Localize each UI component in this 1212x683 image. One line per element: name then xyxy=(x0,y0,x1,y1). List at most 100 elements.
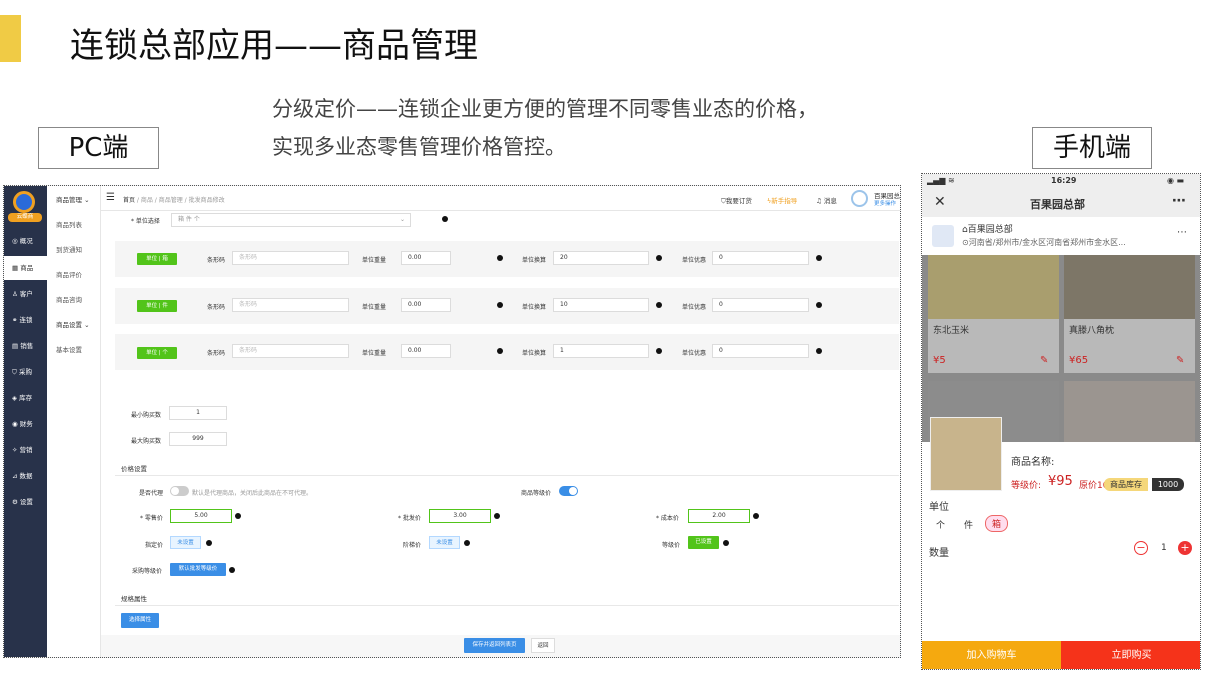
ratio-input[interactable]: 10 xyxy=(553,298,649,312)
message-link[interactable]: ♫ 消息 xyxy=(816,195,837,205)
barcode-input[interactable]: 条形码 xyxy=(232,344,349,358)
unit-option[interactable]: 个 xyxy=(936,518,945,531)
max-buy-input[interactable]: 999 xyxy=(169,432,227,446)
subnav-group-settings[interactable]: 商品设置 ⌄ xyxy=(47,313,101,338)
sidebar-item-stock[interactable]: ◈ 库存 xyxy=(4,386,47,410)
help-icon[interactable] xyxy=(229,567,235,573)
cost-input[interactable]: 2.00 xyxy=(688,509,750,523)
product-card[interactable]: 真滕八角枕 ¥65 ✎ xyxy=(1064,255,1195,373)
help-icon[interactable] xyxy=(656,255,662,261)
sidebar-item-overview[interactable]: ◎ 概况 xyxy=(4,229,47,253)
cart-icon: ⛉ xyxy=(12,368,19,376)
more-icon[interactable]: ⋯ xyxy=(1177,227,1187,238)
grade-button[interactable]: 已设置 xyxy=(688,536,719,549)
weight-input[interactable]: 0.00 xyxy=(401,344,451,358)
discount-input[interactable]: 0 xyxy=(712,251,809,265)
subnav-item-basic[interactable]: 基本设置 xyxy=(47,338,101,363)
designated-button[interactable]: 未设置 xyxy=(170,536,201,549)
help-icon[interactable] xyxy=(497,302,503,308)
help-icon[interactable] xyxy=(497,348,503,354)
ratio-input[interactable]: 1 xyxy=(553,344,649,358)
help-icon[interactable] xyxy=(442,216,448,222)
help-icon[interactable] xyxy=(753,513,759,519)
money-icon: ◉ xyxy=(12,420,20,428)
ratio-input[interactable]: 20 xyxy=(553,251,649,265)
subnav-item-consult[interactable]: 商品咨询 xyxy=(47,288,101,313)
wholesale-input[interactable]: 3.00 xyxy=(429,509,491,523)
help-icon[interactable] xyxy=(656,302,662,308)
min-buy-label: 最小购买数 xyxy=(131,412,162,419)
signal-icon: ▂▄▆ ≋ xyxy=(927,176,955,185)
more-ops-link[interactable]: 更多操作 xyxy=(874,199,896,207)
help-icon[interactable] xyxy=(723,540,729,546)
sidebar-item-marketing[interactable]: ✧ 营销 xyxy=(4,438,47,462)
help-icon[interactable] xyxy=(816,302,822,308)
help-icon[interactable] xyxy=(816,255,822,261)
back-button[interactable]: 返回 xyxy=(531,638,555,653)
barcode-input[interactable]: 条形码 xyxy=(232,251,349,265)
logo-icon[interactable] xyxy=(13,191,35,213)
sidebar-item-settings[interactable]: ⚙ 设置 xyxy=(4,490,47,514)
help-icon[interactable] xyxy=(497,255,503,261)
sidebar-item-goods[interactable]: ▦ 商品 xyxy=(4,256,47,280)
help-icon[interactable] xyxy=(816,348,822,354)
edit-icon[interactable]: ✎ xyxy=(1176,355,1184,366)
help-icon[interactable] xyxy=(206,540,212,546)
buy-now-button[interactable]: 立即购买 xyxy=(1061,641,1200,669)
product-card[interactable]: 东北玉米 ¥5 ✎ xyxy=(928,255,1059,373)
menu-icon[interactable]: ☰ xyxy=(106,192,115,203)
plus-icon[interactable]: + xyxy=(1178,541,1192,555)
agent-toggle[interactable] xyxy=(170,486,189,496)
tier-button[interactable]: 未设置 xyxy=(429,536,460,549)
unit-option-selected[interactable]: 箱 xyxy=(985,515,1009,532)
purchase-level-button[interactable]: 默认批发等级价 xyxy=(170,563,226,576)
sidebar-item-chain[interactable]: ⚭ 连锁 xyxy=(4,308,47,332)
unit-option[interactable]: 件 xyxy=(964,518,973,531)
subnav-group-goods[interactable]: 商品管理 ⌄ xyxy=(47,188,101,213)
sheet-level-price: ¥95 xyxy=(1048,474,1073,489)
weight-input[interactable]: 0.00 xyxy=(401,298,451,312)
product-card[interactable] xyxy=(1064,381,1195,451)
help-icon[interactable] xyxy=(235,513,241,519)
retail-label: * 零售价 xyxy=(140,515,163,522)
discount-input[interactable]: 0 xyxy=(712,344,809,358)
save-return-button[interactable]: 保存并返回列表页 xyxy=(464,638,525,653)
discount-input[interactable]: 0 xyxy=(712,298,809,312)
sidebar-item-data[interactable]: ⊿ 数据 xyxy=(4,464,47,488)
order-link[interactable]: ⛉我要订货 xyxy=(721,195,752,206)
barcode-input[interactable]: 条形码 xyxy=(232,298,349,312)
unit-button[interactable]: 单位 | 箱 xyxy=(137,253,177,265)
help-icon[interactable] xyxy=(494,513,500,519)
unit-button[interactable]: 单位 | 个 xyxy=(137,347,177,359)
subnav-item-arrival[interactable]: 到货通知 xyxy=(47,238,101,263)
sidebar-item-customer[interactable]: ♙ 客户 xyxy=(4,282,47,306)
edit-icon[interactable]: ✎ xyxy=(1040,355,1048,366)
sidebar-item-finance[interactable]: ◉ 财务 xyxy=(4,412,47,436)
breadcrumb-goods[interactable]: 商品 xyxy=(141,197,153,204)
discount-label: 单位优惠 xyxy=(682,257,707,264)
spec-select-button[interactable]: 选择属性 xyxy=(121,613,159,628)
avatar[interactable] xyxy=(851,190,868,207)
subnav-item-review[interactable]: 商品评价 xyxy=(47,263,101,288)
level-price-toggle[interactable] xyxy=(559,486,578,496)
close-icon[interactable]: ✕ xyxy=(934,194,946,210)
retail-input[interactable]: 5.00 xyxy=(170,509,232,523)
chevron-down-icon: ⌄ xyxy=(84,196,90,204)
unit-button[interactable]: 单位 | 件 xyxy=(137,300,177,312)
battery-icon: ◉ ▬ xyxy=(1167,176,1185,185)
help-icon[interactable] xyxy=(656,348,662,354)
breadcrumb-home[interactable]: 首页 xyxy=(123,197,135,204)
unit-select-input[interactable]: 箱 件 个 ⌄ xyxy=(171,213,411,227)
min-buy-input[interactable]: 1 xyxy=(169,406,227,420)
more-icon[interactable]: ⋯ xyxy=(1172,193,1186,209)
breadcrumb-manage[interactable]: 商品管理 xyxy=(159,197,183,204)
sidebar-item-purchase[interactable]: ⛉ 采购 xyxy=(4,360,47,384)
weight-input[interactable]: 0.00 xyxy=(401,251,451,265)
help-icon[interactable] xyxy=(464,540,470,546)
minus-icon[interactable]: − xyxy=(1134,541,1148,555)
sheet-name-label: 商品名称: xyxy=(1011,457,1055,468)
sidebar-item-sales[interactable]: ▤ 销售 xyxy=(4,334,47,358)
subnav-item-list[interactable]: 商品列表 xyxy=(47,213,101,238)
guide-link[interactable]: ϟ新手指导 xyxy=(767,195,797,205)
add-cart-button[interactable]: 加入购物车 xyxy=(922,641,1061,669)
